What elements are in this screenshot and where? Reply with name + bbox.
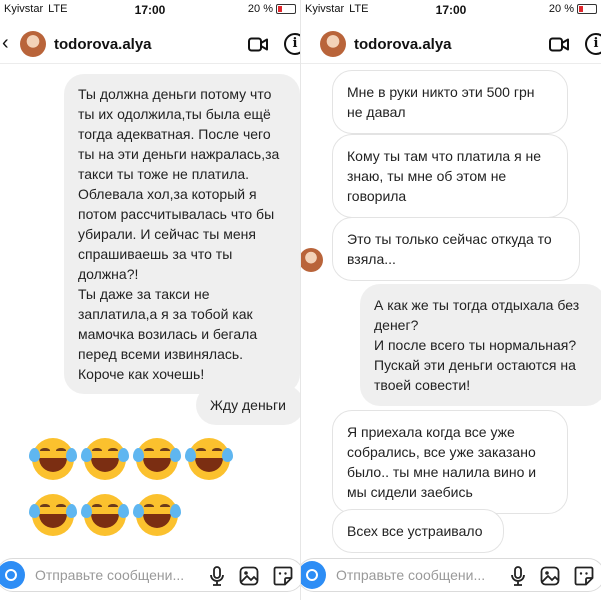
tears-of-joy-emoji: [29, 492, 77, 538]
camera-icon[interactable]: [301, 561, 326, 589]
left-chat-panel: Kyivstar LTE 17:00 20 % ‹ todorova.alya i…: [0, 0, 300, 600]
avatar[interactable]: [20, 31, 46, 57]
camera-icon[interactable]: [0, 561, 25, 589]
message-bubble-incoming: Мне в руки никто эти 500 грн не давал: [332, 70, 568, 134]
battery-status: 20 %: [549, 3, 597, 15]
tears-of-joy-emoji: [185, 436, 233, 482]
sender-avatar: [301, 248, 323, 272]
tears-of-joy-emoji: [81, 436, 129, 482]
microphone-icon[interactable]: [508, 566, 528, 586]
gallery-icon[interactable]: [540, 566, 560, 586]
battery-icon: [577, 4, 597, 14]
message-bubble-outgoing: А как же ты тогда отдыхала без денег? И …: [360, 284, 601, 406]
message-bubble-incoming: Всех все устраивало: [332, 509, 504, 553]
right-chat-panel: Kyivstar LTE 17:00 20 % todorova.alya i М…: [301, 0, 601, 600]
chat-header: todorova.alya i: [301, 26, 601, 64]
info-icon[interactable]: i: [585, 33, 601, 55]
back-icon[interactable]: ‹: [2, 32, 9, 55]
battery-icon: [276, 4, 296, 14]
message-bubble-incoming: Ты должна деньги потому что ты их одолжи…: [64, 74, 300, 394]
message-input[interactable]: Отправьте сообщени...: [336, 567, 485, 583]
message-bubble-incoming: Я приехала когда все уже собрались, все …: [332, 410, 568, 514]
chat-username[interactable]: todorova.alya: [354, 36, 452, 53]
status-bar: Kyivstar LTE 17:00 20 %: [301, 0, 601, 18]
message-bubble-incoming: Кому ты там что платила я не знаю, ты мн…: [332, 134, 568, 218]
gallery-icon[interactable]: [239, 566, 259, 586]
tears-of-joy-emoji: [81, 492, 129, 538]
tears-of-joy-emoji: [133, 492, 181, 538]
message-composer: Отправьте сообщени...: [0, 558, 300, 592]
video-call-icon[interactable]: [549, 37, 569, 52]
status-bar: Kyivstar LTE 17:00 20 %: [0, 0, 300, 18]
info-icon[interactable]: i: [284, 33, 300, 55]
message-input[interactable]: Отправьте сообщени...: [35, 567, 184, 583]
avatar[interactable]: [320, 31, 346, 57]
tears-of-joy-emoji: [29, 436, 77, 482]
message-bubble-outgoing: Жду деньги: [196, 385, 300, 425]
sticker-icon[interactable]: [574, 566, 594, 586]
message-composer: Отправьте сообщени...: [301, 558, 601, 592]
emoji-row-2: [29, 492, 181, 538]
chat-username[interactable]: todorova.alya: [54, 36, 152, 53]
sticker-icon[interactable]: [273, 566, 293, 586]
emoji-row-1: [29, 436, 233, 482]
message-bubble-incoming: Это ты только сейчас откуда то взяла...: [332, 217, 580, 281]
video-call-icon[interactable]: [248, 37, 268, 52]
microphone-icon[interactable]: [207, 566, 227, 586]
tears-of-joy-emoji: [133, 436, 181, 482]
battery-status: 20 %: [248, 3, 296, 15]
chat-header: ‹ todorova.alya i: [0, 26, 300, 64]
